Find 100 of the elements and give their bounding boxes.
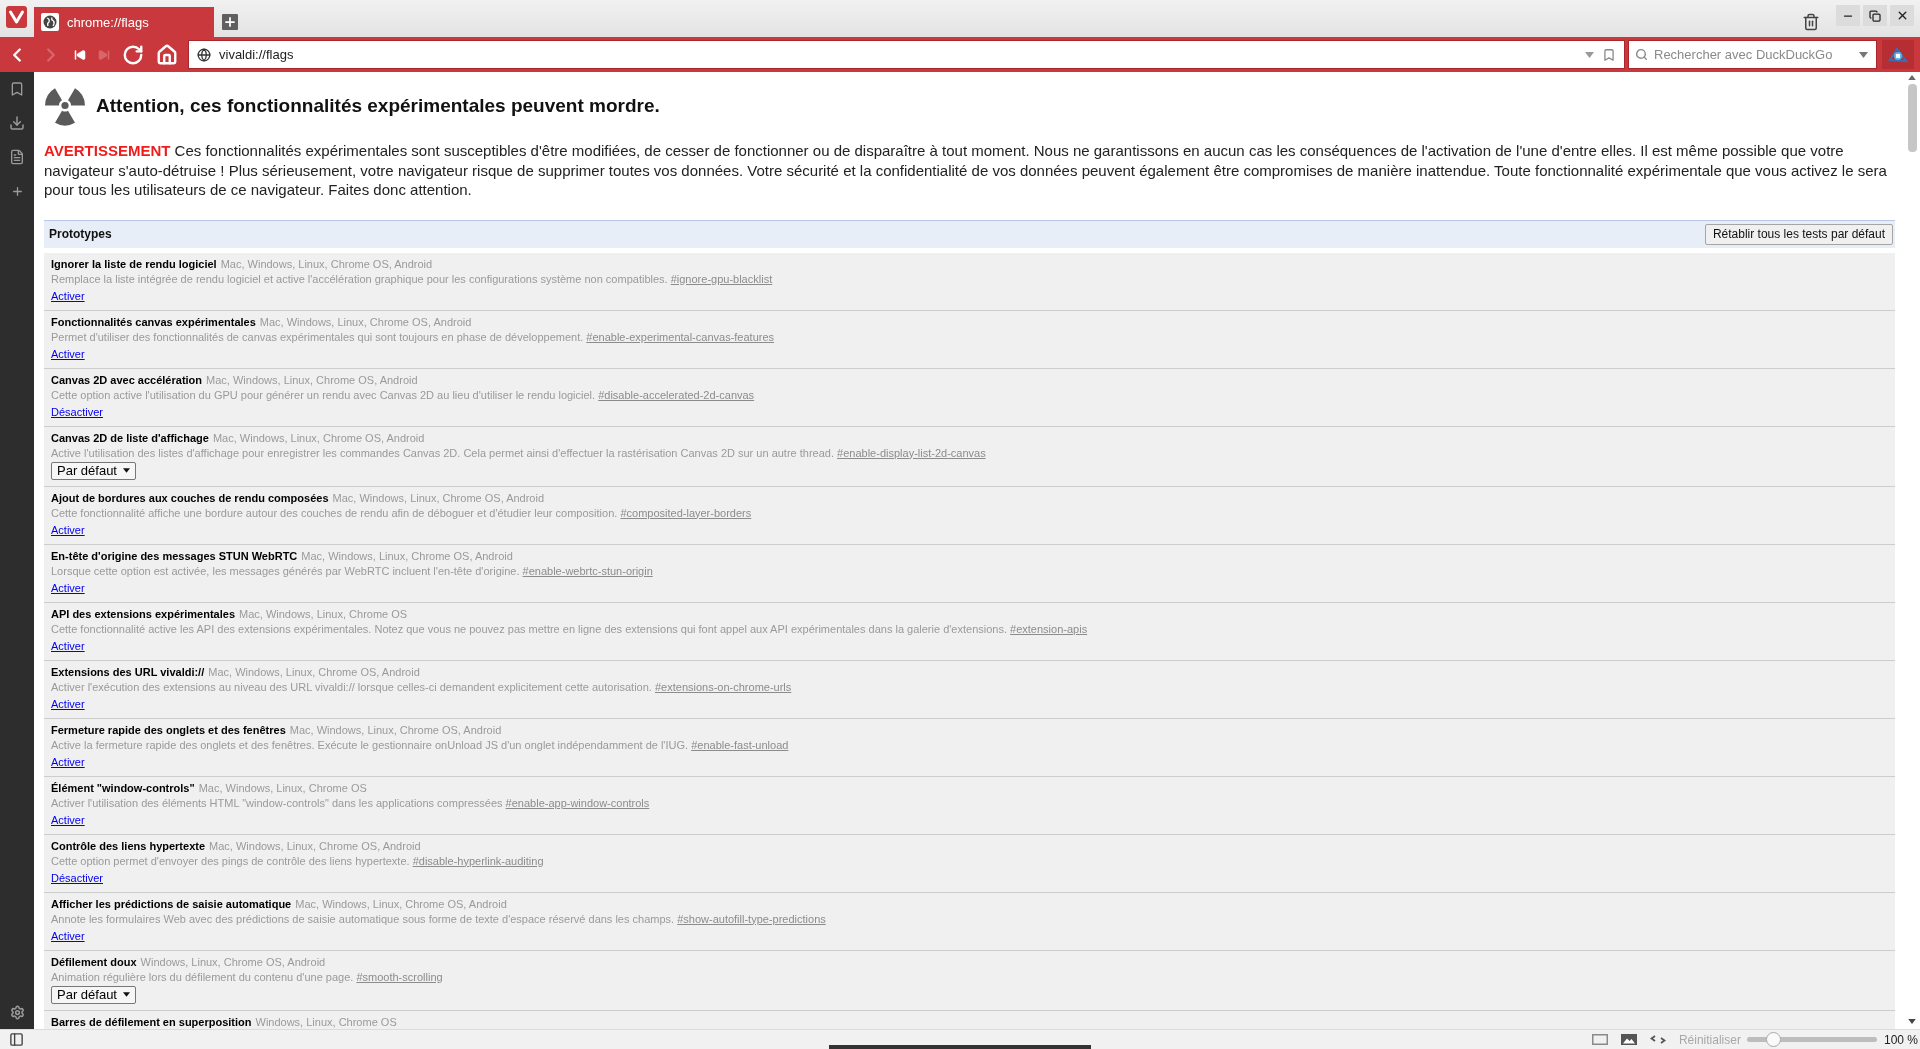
bookmark-icon[interactable] [1602,47,1616,62]
flag-title: API des extensions expérimentales [51,607,236,620]
download-icon [9,115,25,131]
scroll-up-icon [1908,75,1916,80]
flag-anchor-link[interactable]: #enable-experimental-canvas-features [586,330,775,343]
scroll-down-icon [1908,1019,1916,1024]
flag-anchor-link[interactable]: #extension-apis [1010,622,1088,635]
flag-anchor-link[interactable]: #show-autofill-type-predictions [677,912,826,925]
toggle-link[interactable]: Activer [51,288,85,304]
toggle-link[interactable]: Activer [51,812,85,828]
image-icon [1620,1034,1637,1045]
flag-title: Canvas 2D avec accélération [51,373,203,386]
toggle-link[interactable]: Activer [51,522,85,538]
dropdown-icon [1859,51,1868,58]
globe-icon [41,13,59,31]
reset-all-button[interactable]: Rétablir tous les tests par défaut [1704,223,1893,245]
toggle-link[interactable]: Activer [51,696,85,712]
scrollbar-thumb[interactable] [1907,84,1917,152]
extension-icon [1888,45,1908,64]
toggle-link[interactable]: Désactiver [51,870,103,886]
flag-description: Cette option active l'utilisation du GPU pour générer un rendu avec Canvas 2D au lieu d'utiliser le rendu logiciel. #disable-accelerated-2d-canvas [51,388,755,401]
url-text: vivaldi://flags [219,47,294,62]
caret-icon [123,992,130,997]
flag-description: Permet d'utiliser des fonctionnalités de canvas expérimentales qui sont toujours en phase de développement. #enable-experimental-canvas-features [51,330,775,343]
flag-platforms: Mac, Windows, Linux, Chrome OS, Android [212,431,425,444]
flag-title: En-tête d'origine des messages STUN WebRTC [51,549,298,562]
flag-anchor-link[interactable]: #extensions-on-chrome-urls [654,680,792,693]
flag-anchor-link[interactable]: #smooth-scrolling [356,970,443,983]
restore-button[interactable] [1863,5,1887,26]
section-title: Prototypes [49,227,112,241]
panel-toggle-icon [9,1032,24,1047]
toggle-link[interactable]: Activer [51,928,85,944]
flag-description: Cette option permet d'envoyer des pings de contrôle des liens hypertexte. #disable-hyperlink-auditing [51,854,544,867]
flag-platforms: Mac, Windows, Linux, Chrome OS, Android [220,257,433,270]
images-button[interactable] [1620,1034,1637,1045]
slider-thumb[interactable] [1765,1032,1781,1047]
flag-description: Annote les formulaires Web avec des prédictions de saisie automatique sous forme de texte d'espace réservé dans les champs. #show-autofill-type-predictions [51,912,826,925]
address-field[interactable]: vivaldi://flags [188,40,1625,69]
zoom-level-text: 100 % [1883,1032,1918,1047]
flag-description: Active la fermeture rapide des onglets et des fenêtres. Exécute le gestionnaire onUnload JS d'un onglet indépendamment de l'IUG. #enable-fast-unload [51,738,789,751]
page-actions-button[interactable] [1649,1035,1666,1044]
minimize-button[interactable] [1836,5,1860,26]
toggle-link[interactable]: Désactiver [51,404,103,420]
flag-platforms: Mac, Windows, Linux, Chrome OS, Android [206,373,418,386]
toggle-link[interactable]: Activer [51,638,85,654]
extension-button[interactable] [1882,40,1914,69]
flag-description: Lorsque cette option est activée, les messages générés par WebRTC incluent l'en-tête d'origine. #enable-webrtc-stun-origin [51,564,653,577]
window-button[interactable] [1591,1034,1608,1045]
code-icon [1649,1035,1666,1044]
flag-title: Afficher les prédictions de saisie automatique [51,897,292,910]
flag-title: Barres de défilement en superposition [51,1015,252,1028]
flag-description: Activer l'exécution des extensions au niveau des URL vivaldi:// lorsque celles-ci demandent explicitement cette autorisation. #extensions-on-chrome-urls [51,680,792,693]
flag-title: Élément "window-controls" [51,781,195,794]
dropdown[interactable]: Par défaut [51,461,136,480]
dropdown-icon [1585,51,1594,58]
flag-description: Animation régulière lors du défilement du contenu d'une page. #smooth-scrolling [51,970,443,983]
flag-platforms: Mac, Windows, Linux, Chrome OS [239,607,408,620]
flag-anchor-link[interactable]: #enable-app-window-controls [505,796,650,809]
bookmark-icon [9,81,25,97]
warning-text: AVERTISSEMENT Ces fonctionnalités expérimentales sont susceptibles d'être modifiées, de cesser de fonctionner ou de disparaître à tout moment. Nous ne garantissons en aucun cas les conséquences de l'activation de l'une d'entre elles. Il est même possible que votre navigateur s'auto-détruise ! Plus sérieusement, votre navigateur risque de supprimer toutes vos données. Votre sécurité et la confidentialité de vos données peuvent également être compromises de manière inattendue. Toute fonctionnalité expérimentale que vous activez le sera pour tous les utilisateurs de ce navigateur. Faites donc attention. [44,141,1888,200]
flag-anchor-link[interactable]: #composited-layer-borders [620,506,752,519]
toggle-link[interactable]: Activer [51,346,85,362]
flag-title: Ignorer la liste de rendu logiciel [51,257,217,270]
search-field[interactable]: Rechercher avec DuckDuckGo [1628,40,1877,69]
settings-icon [9,1004,25,1020]
flag-platforms: Mac, Windows, Linux, Chrome OS, Android [332,491,545,504]
globe-icon [197,47,211,62]
logo-icon[interactable] [6,6,27,28]
new-tab-button[interactable] [222,14,238,30]
flag-platforms: Mac, Windows, Linux, Chrome OS, Android [209,839,421,852]
browser-tab[interactable]: chrome://flags [34,7,214,37]
search-icon [1635,48,1648,61]
restore-icon [1869,9,1881,22]
plus-icon [10,184,24,198]
toggle-link[interactable]: Activer [51,754,85,770]
flag-platforms: Mac, Windows, Linux, Chrome OS, Android [208,665,420,678]
flag-description: Active l'utilisation des listes d'affichage pour enregistrer les commandes Canvas 2D. Cela permet ainsi d'effectuer la rastérisation Canvas 2D sur un autre thread. #enable-display-list-2d-canvas [51,446,986,459]
flag-platforms: Mac, Windows, Linux, Chrome OS [198,781,367,794]
flag-anchor-link[interactable]: #ignore-gpu-blacklist [670,272,773,285]
flag-anchor-link[interactable]: #disable-accelerated-2d-canvas [598,388,755,401]
flag-anchor-link[interactable]: #disable-hyperlink-auditing [412,854,544,867]
flag-title: Ajout de bordures aux couches de rendu composées [51,491,329,504]
flag-description: Cette fonctionnalité active les API des extensions expérimentales. Notez que vous ne pouvez pas mettre en ligne des extensions qui font appel aux API expérimentales dans la galerie d'extensions. #extension-apis [51,622,1088,635]
flag-anchor-link[interactable]: #enable-webrtc-stun-origin [522,564,653,577]
close-button[interactable] [1890,5,1914,26]
flag-platforms: Mac, Windows, Linux, Chrome OS, Android [259,315,472,328]
flag-description: Remplace la liste intégrée de rendu logiciel et active l'accélération graphique pour les configurations système non compatibles. #ignore-gpu-blacklist [51,272,773,285]
panel-toggle-button[interactable] [9,1032,24,1047]
toggle-link[interactable]: Activer [51,580,85,596]
flag-platforms: Mac, Windows, Linux, Chrome OS, Android [301,549,513,562]
flag-platforms: Windows, Linux, Chrome OS [255,1015,397,1028]
flag-title: Extensions des URL vivaldi:// [51,665,205,678]
window-icon [1591,1034,1608,1045]
trash-button[interactable] [1802,13,1820,31]
flag-anchor-link[interactable]: #enable-fast-unload [691,738,789,751]
search-placeholder: Rechercher avec DuckDuckGo [1654,47,1833,62]
flag-description: Cette fonctionnalité affiche une bordure autour des couches de rendu afin de déboguer et d'étudier leur composition. #composited-layer-borders [51,506,752,519]
notes-icon [9,149,25,165]
dropdown[interactable]: Par défaut [51,985,136,1004]
flag-anchor-link[interactable]: #enable-display-list-2d-canvas [837,446,986,459]
